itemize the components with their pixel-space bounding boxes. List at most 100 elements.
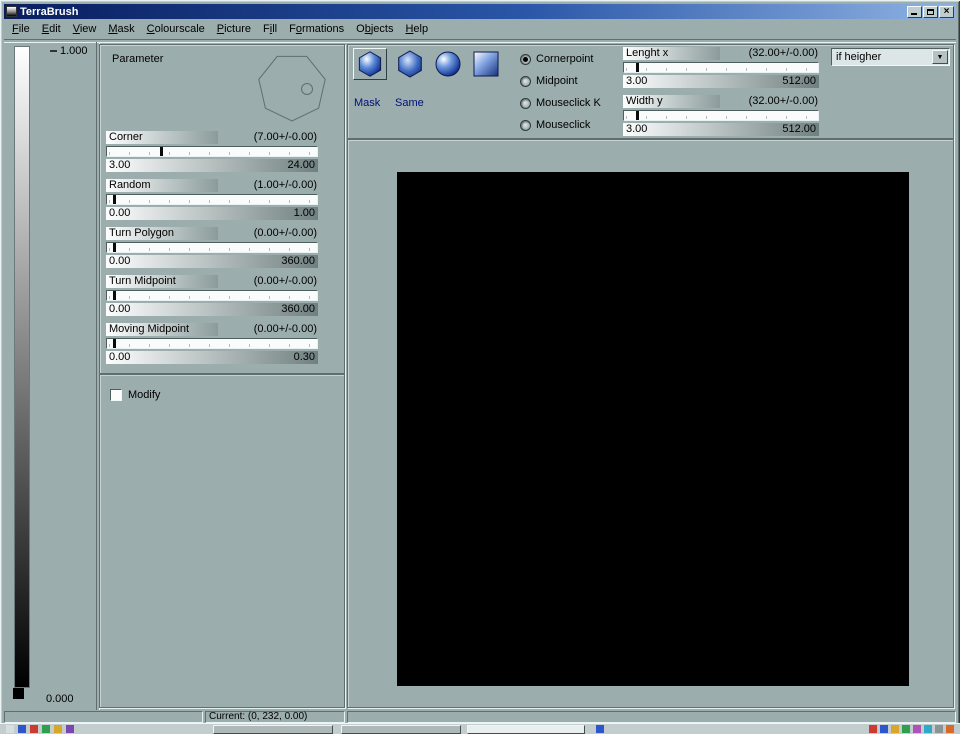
corner-slider: Corner (7.00+/-0.00) 3.00 24.00 [106, 131, 318, 172]
radio-label: Mouseclick [536, 119, 590, 131]
modify-panel: Modify [99, 374, 345, 708]
app-icon [6, 6, 17, 17]
radio-cornerpoint[interactable]: Cornerpoint [520, 53, 593, 65]
slider-thumb[interactable] [636, 63, 639, 72]
status-cell-right [347, 711, 956, 723]
slider-thumb[interactable] [113, 243, 116, 252]
taskbar-icon[interactable] [946, 725, 954, 733]
taskbar-icon[interactable] [869, 725, 877, 733]
turn-polygon-slider: Turn Polygon (0.00+/-0.00) 0.00 360.00 [106, 227, 318, 268]
slider-value: (0.00+/-0.00) [254, 227, 317, 240]
taskbar-icon[interactable] [6, 725, 14, 733]
parameter-panel-title: Parameter [112, 53, 163, 65]
modify-label: Modify [128, 389, 160, 401]
slider-label: Random [106, 179, 218, 192]
menu-objects[interactable]: Objects [350, 21, 399, 37]
slider-label: Turn Midpoint [106, 275, 218, 288]
modify-checkbox[interactable] [110, 389, 122, 401]
menu-mask[interactable]: Mask [102, 21, 140, 37]
slider-max: 1.00 [294, 207, 315, 220]
taskbar-icon[interactable] [54, 725, 62, 733]
radio-midpoint[interactable]: Midpoint [520, 75, 578, 87]
taskbar-icon[interactable] [891, 725, 899, 733]
turn-polygon-slider-track[interactable] [106, 242, 318, 253]
taskbar-icon[interactable] [924, 725, 932, 733]
slider-range: 0.00 360.00 [106, 255, 318, 268]
brush-shape-square-button[interactable] [469, 48, 503, 80]
menu-fill[interactable]: Fill [257, 21, 283, 37]
colourscale-gradient-bar[interactable] [14, 46, 30, 688]
slider-thumb[interactable] [113, 339, 116, 348]
moving-midpoint-slider: Moving Midpoint (0.00+/-0.00) 0.00 0.30 [106, 323, 318, 364]
quick-launch-icons [6, 725, 74, 733]
slider-range: 0.00 1.00 [106, 207, 318, 220]
brush-shape-hexagon-button[interactable] [393, 48, 427, 80]
window-title: TerraBrush [20, 5, 78, 19]
terrain-canvas[interactable] [397, 172, 909, 686]
width-y-slider-track[interactable] [623, 110, 819, 121]
taskbar-icon[interactable] [880, 725, 888, 733]
radio-label: Midpoint [536, 75, 578, 87]
taskbar-icon[interactable] [902, 725, 910, 733]
radio-mouseclick-k[interactable]: Mouseclick K [520, 97, 601, 109]
taskbar-icon[interactable] [66, 725, 74, 733]
slider-label: Lenght x [623, 47, 720, 60]
length-x-slider: Lenght x (32.00+/-0.00) 3.00 512.00 [623, 47, 819, 88]
taskbar-icon[interactable] [596, 725, 604, 733]
slider-range: 3.00 24.00 [106, 159, 318, 172]
minimize-button[interactable] [907, 6, 922, 18]
taskbar-icon[interactable] [42, 725, 50, 733]
slider-thumb[interactable] [636, 111, 639, 120]
menu-edit[interactable]: Edit [36, 21, 67, 37]
window-controls: × [907, 6, 956, 18]
mode-dropdown[interactable]: if heigher ▼ [831, 48, 950, 66]
app-window: TerraBrush × File Edit View Mask Colours… [0, 0, 960, 733]
colourscale-bottom-marker[interactable] [13, 688, 24, 699]
slider-value: (1.00+/-0.00) [254, 179, 317, 192]
slider-range: 3.00 512.00 [623, 75, 819, 88]
maximize-icon [927, 9, 934, 15]
mode-dropdown-value: if heigher [836, 50, 881, 64]
same-mode-label[interactable]: Same [395, 97, 424, 109]
moving-midpoint-slider-track[interactable] [106, 338, 318, 349]
system-tray-icons [869, 725, 954, 733]
length-x-slider-track[interactable] [623, 62, 819, 73]
menu-view[interactable]: View [67, 21, 103, 37]
slider-max: 512.00 [782, 123, 816, 136]
menu-picture[interactable]: Picture [211, 21, 257, 37]
statusbar: Current: (0, 232, 0.00) [4, 711, 956, 723]
square-icon [469, 49, 503, 79]
taskbar-icon[interactable] [935, 725, 943, 733]
radio-mouseclick[interactable]: Mouseclick [520, 119, 590, 131]
slider-thumb[interactable] [160, 147, 163, 156]
slider-max: 24.00 [287, 159, 315, 172]
titlebar[interactable]: TerraBrush × [4, 4, 956, 19]
slider-thumb[interactable] [113, 195, 116, 204]
brush-shape-mask-button[interactable] [353, 48, 387, 80]
slider-min: 0.00 [109, 255, 130, 268]
slider-label: Moving Midpoint [106, 323, 218, 336]
polygon-preview [256, 51, 330, 125]
random-slider-track[interactable] [106, 194, 318, 205]
menu-file[interactable]: File [6, 21, 36, 37]
radio-icon [520, 76, 531, 87]
turn-midpoint-slider-track[interactable] [106, 290, 318, 301]
menu-formations[interactable]: Formations [283, 21, 350, 37]
dropdown-arrow-button[interactable]: ▼ [932, 50, 948, 64]
taskbar-icon[interactable] [18, 725, 26, 733]
slider-thumb[interactable] [113, 291, 116, 300]
mask-mode-label[interactable]: Mask [354, 97, 380, 109]
slider-max: 360.00 [281, 303, 315, 316]
corner-slider-track[interactable] [106, 146, 318, 157]
menu-colourscale[interactable]: Colourscale [141, 21, 211, 37]
slider-value: (0.00+/-0.00) [254, 323, 317, 336]
slider-max: 0.30 [294, 351, 315, 364]
random-slider: Random (1.00+/-0.00) 0.00 1.00 [106, 179, 318, 220]
radio-icon [520, 98, 531, 109]
taskbar-icon[interactable] [30, 725, 38, 733]
maximize-button[interactable] [923, 6, 938, 18]
taskbar-icon[interactable] [913, 725, 921, 733]
close-button[interactable]: × [939, 6, 954, 18]
menu-help[interactable]: Help [399, 21, 434, 37]
brush-shape-sphere-button[interactable] [431, 48, 465, 80]
